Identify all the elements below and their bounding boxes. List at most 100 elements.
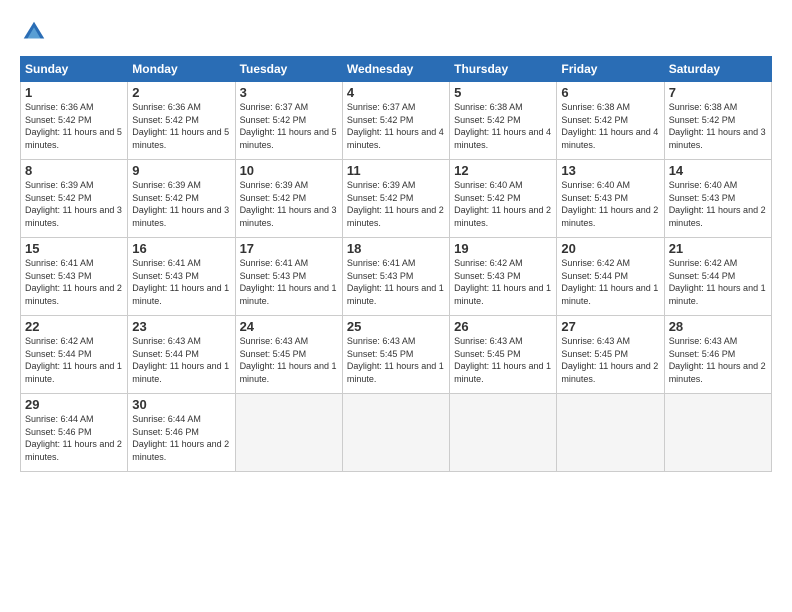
calendar-week-2: 8 Sunrise: 6:39 AMSunset: 5:42 PMDayligh…: [21, 160, 772, 238]
calendar-cell: 7 Sunrise: 6:38 AMSunset: 5:42 PMDayligh…: [664, 82, 771, 160]
calendar-cell: [342, 394, 449, 472]
cell-info: Sunrise: 6:38 AMSunset: 5:42 PMDaylight:…: [669, 102, 766, 150]
calendar-header-wednesday: Wednesday: [342, 57, 449, 82]
calendar-cell: [557, 394, 664, 472]
calendar-cell: 12 Sunrise: 6:40 AMSunset: 5:42 PMDaylig…: [450, 160, 557, 238]
logo: [20, 18, 52, 46]
day-number: 8: [25, 163, 123, 178]
cell-info: Sunrise: 6:43 AMSunset: 5:45 PMDaylight:…: [347, 336, 444, 384]
calendar-week-3: 15 Sunrise: 6:41 AMSunset: 5:43 PMDaylig…: [21, 238, 772, 316]
cell-info: Sunrise: 6:43 AMSunset: 5:45 PMDaylight:…: [454, 336, 551, 384]
calendar-cell: [235, 394, 342, 472]
calendar-cell: 11 Sunrise: 6:39 AMSunset: 5:42 PMDaylig…: [342, 160, 449, 238]
header: [20, 18, 772, 46]
day-number: 18: [347, 241, 445, 256]
calendar-cell: [450, 394, 557, 472]
calendar: SundayMondayTuesdayWednesdayThursdayFrid…: [20, 56, 772, 472]
calendar-header-saturday: Saturday: [664, 57, 771, 82]
cell-info: Sunrise: 6:41 AMSunset: 5:43 PMDaylight:…: [347, 258, 444, 306]
day-number: 29: [25, 397, 123, 412]
cell-info: Sunrise: 6:42 AMSunset: 5:44 PMDaylight:…: [561, 258, 658, 306]
cell-info: Sunrise: 6:41 AMSunset: 5:43 PMDaylight:…: [25, 258, 122, 306]
calendar-cell: 6 Sunrise: 6:38 AMSunset: 5:42 PMDayligh…: [557, 82, 664, 160]
cell-info: Sunrise: 6:36 AMSunset: 5:42 PMDaylight:…: [25, 102, 122, 150]
day-number: 12: [454, 163, 552, 178]
calendar-cell: 17 Sunrise: 6:41 AMSunset: 5:43 PMDaylig…: [235, 238, 342, 316]
calendar-cell: 16 Sunrise: 6:41 AMSunset: 5:43 PMDaylig…: [128, 238, 235, 316]
calendar-cell: 3 Sunrise: 6:37 AMSunset: 5:42 PMDayligh…: [235, 82, 342, 160]
calendar-cell: 20 Sunrise: 6:42 AMSunset: 5:44 PMDaylig…: [557, 238, 664, 316]
day-number: 22: [25, 319, 123, 334]
page: SundayMondayTuesdayWednesdayThursdayFrid…: [0, 0, 792, 612]
calendar-cell: 9 Sunrise: 6:39 AMSunset: 5:42 PMDayligh…: [128, 160, 235, 238]
logo-icon: [20, 18, 48, 46]
cell-info: Sunrise: 6:37 AMSunset: 5:42 PMDaylight:…: [347, 102, 444, 150]
cell-info: Sunrise: 6:39 AMSunset: 5:42 PMDaylight:…: [240, 180, 337, 228]
day-number: 17: [240, 241, 338, 256]
calendar-header-thursday: Thursday: [450, 57, 557, 82]
day-number: 28: [669, 319, 767, 334]
day-number: 4: [347, 85, 445, 100]
calendar-cell: 8 Sunrise: 6:39 AMSunset: 5:42 PMDayligh…: [21, 160, 128, 238]
day-number: 11: [347, 163, 445, 178]
day-number: 14: [669, 163, 767, 178]
calendar-cell: 2 Sunrise: 6:36 AMSunset: 5:42 PMDayligh…: [128, 82, 235, 160]
cell-info: Sunrise: 6:37 AMSunset: 5:42 PMDaylight:…: [240, 102, 337, 150]
calendar-header-monday: Monday: [128, 57, 235, 82]
cell-info: Sunrise: 6:38 AMSunset: 5:42 PMDaylight:…: [561, 102, 658, 150]
calendar-cell: 13 Sunrise: 6:40 AMSunset: 5:43 PMDaylig…: [557, 160, 664, 238]
calendar-week-1: 1 Sunrise: 6:36 AMSunset: 5:42 PMDayligh…: [21, 82, 772, 160]
cell-info: Sunrise: 6:41 AMSunset: 5:43 PMDaylight:…: [240, 258, 337, 306]
cell-info: Sunrise: 6:39 AMSunset: 5:42 PMDaylight:…: [132, 180, 229, 228]
cell-info: Sunrise: 6:38 AMSunset: 5:42 PMDaylight:…: [454, 102, 551, 150]
calendar-cell: 24 Sunrise: 6:43 AMSunset: 5:45 PMDaylig…: [235, 316, 342, 394]
cell-info: Sunrise: 6:43 AMSunset: 5:46 PMDaylight:…: [669, 336, 766, 384]
calendar-cell: 15 Sunrise: 6:41 AMSunset: 5:43 PMDaylig…: [21, 238, 128, 316]
day-number: 26: [454, 319, 552, 334]
calendar-cell: 22 Sunrise: 6:42 AMSunset: 5:44 PMDaylig…: [21, 316, 128, 394]
calendar-header-tuesday: Tuesday: [235, 57, 342, 82]
calendar-header-friday: Friday: [557, 57, 664, 82]
cell-info: Sunrise: 6:43 AMSunset: 5:44 PMDaylight:…: [132, 336, 229, 384]
day-number: 23: [132, 319, 230, 334]
day-number: 3: [240, 85, 338, 100]
calendar-cell: 18 Sunrise: 6:41 AMSunset: 5:43 PMDaylig…: [342, 238, 449, 316]
cell-info: Sunrise: 6:39 AMSunset: 5:42 PMDaylight:…: [347, 180, 444, 228]
day-number: 30: [132, 397, 230, 412]
calendar-cell: 28 Sunrise: 6:43 AMSunset: 5:46 PMDaylig…: [664, 316, 771, 394]
cell-info: Sunrise: 6:42 AMSunset: 5:43 PMDaylight:…: [454, 258, 551, 306]
cell-info: Sunrise: 6:44 AMSunset: 5:46 PMDaylight:…: [132, 414, 229, 462]
day-number: 15: [25, 241, 123, 256]
day-number: 20: [561, 241, 659, 256]
day-number: 27: [561, 319, 659, 334]
day-number: 6: [561, 85, 659, 100]
day-number: 5: [454, 85, 552, 100]
calendar-cell: 5 Sunrise: 6:38 AMSunset: 5:42 PMDayligh…: [450, 82, 557, 160]
cell-info: Sunrise: 6:40 AMSunset: 5:43 PMDaylight:…: [669, 180, 766, 228]
calendar-cell: 19 Sunrise: 6:42 AMSunset: 5:43 PMDaylig…: [450, 238, 557, 316]
cell-info: Sunrise: 6:41 AMSunset: 5:43 PMDaylight:…: [132, 258, 229, 306]
day-number: 21: [669, 241, 767, 256]
day-number: 9: [132, 163, 230, 178]
calendar-cell: 23 Sunrise: 6:43 AMSunset: 5:44 PMDaylig…: [128, 316, 235, 394]
cell-info: Sunrise: 6:43 AMSunset: 5:45 PMDaylight:…: [240, 336, 337, 384]
calendar-cell: 29 Sunrise: 6:44 AMSunset: 5:46 PMDaylig…: [21, 394, 128, 472]
calendar-cell: 4 Sunrise: 6:37 AMSunset: 5:42 PMDayligh…: [342, 82, 449, 160]
cell-info: Sunrise: 6:42 AMSunset: 5:44 PMDaylight:…: [25, 336, 122, 384]
calendar-cell: 1 Sunrise: 6:36 AMSunset: 5:42 PMDayligh…: [21, 82, 128, 160]
cell-info: Sunrise: 6:44 AMSunset: 5:46 PMDaylight:…: [25, 414, 122, 462]
day-number: 25: [347, 319, 445, 334]
calendar-cell: 10 Sunrise: 6:39 AMSunset: 5:42 PMDaylig…: [235, 160, 342, 238]
cell-info: Sunrise: 6:40 AMSunset: 5:43 PMDaylight:…: [561, 180, 658, 228]
day-number: 13: [561, 163, 659, 178]
calendar-cell: [664, 394, 771, 472]
cell-info: Sunrise: 6:42 AMSunset: 5:44 PMDaylight:…: [669, 258, 766, 306]
cell-info: Sunrise: 6:43 AMSunset: 5:45 PMDaylight:…: [561, 336, 658, 384]
day-number: 24: [240, 319, 338, 334]
day-number: 10: [240, 163, 338, 178]
calendar-week-5: 29 Sunrise: 6:44 AMSunset: 5:46 PMDaylig…: [21, 394, 772, 472]
day-number: 1: [25, 85, 123, 100]
calendar-cell: 26 Sunrise: 6:43 AMSunset: 5:45 PMDaylig…: [450, 316, 557, 394]
calendar-week-4: 22 Sunrise: 6:42 AMSunset: 5:44 PMDaylig…: [21, 316, 772, 394]
day-number: 7: [669, 85, 767, 100]
